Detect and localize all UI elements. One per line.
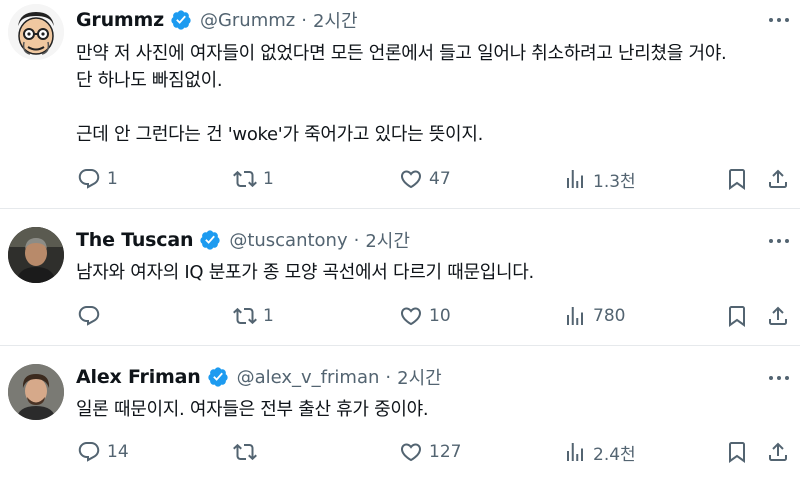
avatar[interactable] [8,227,64,283]
verified-badge-icon [207,367,228,387]
timestamp[interactable]: 2시간 [313,7,358,33]
reply-count: 14 [107,442,129,462]
cartoon-avatar-image [8,4,64,60]
bookmark-button[interactable] [725,164,749,194]
reply-button[interactable]: 1 [77,164,118,194]
views-count: 780 [593,306,626,326]
avatar[interactable] [8,4,64,60]
like-count: 47 [429,169,451,189]
share-button[interactable] [766,301,790,331]
tweet-3[interactable]: Alex Friman @alex_v_friman · 2시간 일론 때문이지… [0,346,800,483]
author-name[interactable]: Alex Friman [76,366,201,388]
views-button[interactable]: 780 [563,301,625,331]
author-name[interactable]: The Tuscan [76,229,194,251]
retweet-count: 1 [263,169,274,189]
tweet-text: 만약 저 사진에 여자들이 없었다면 모든 언론에서 들고 일어나 취소하려고 … [76,43,727,145]
verified-badge-icon [200,230,220,250]
reply-button[interactable] [77,301,107,331]
bookmark-button[interactable] [725,301,749,331]
author-name[interactable]: Grummz [76,9,164,31]
views-count: 1.3천 [593,171,636,192]
views-count: 2.4천 [593,444,636,465]
retweet-button[interactable]: 1 [233,164,274,194]
like-count: 127 [429,442,462,462]
author-handle[interactable]: @alex_v_friman [237,367,380,388]
author-handle[interactable]: @Grummz [200,10,295,31]
retweet-icon [233,307,257,325]
retweet-button[interactable] [233,437,263,467]
reply-icon [78,169,100,189]
verified-badge-icon [171,10,191,30]
profile-photo-image [8,364,64,420]
tweet-text: 남자와 여자의 IQ 분포가 종 모양 곡선에서 다르기 때문입니다. [76,262,534,283]
bookmark-icon [729,306,745,327]
reply-button[interactable]: 14 [77,437,129,467]
like-icon [400,170,422,189]
tweet-text: 일론 때문이지. 여자들은 전부 출산 휴가 중이야. [76,399,429,420]
views-icon [567,443,583,461]
views-button[interactable]: 2.4천 [563,437,636,467]
views-button[interactable]: 1.3천 [563,164,636,194]
share-icon [769,169,787,188]
like-button[interactable]: 47 [399,164,451,194]
timestamp[interactable]: 2시간 [397,364,442,390]
more-icon[interactable] [768,374,790,382]
separator-dot: · [353,229,360,251]
retweet-icon [233,170,257,188]
tweet-actions: 14 127 2.4천 [0,437,800,467]
tweet-actions: 1 1 47 1.3천 [0,164,800,194]
reply-icon [78,306,100,326]
retweet-icon [233,443,257,461]
bookmark-icon [729,442,745,463]
like-icon [400,307,422,326]
reply-count: 1 [107,169,118,189]
more-icon[interactable] [768,16,790,24]
more-icon[interactable] [768,237,790,245]
reply-icon [78,442,100,462]
retweet-count: 1 [263,306,274,326]
tweet-header: Alex Friman @alex_v_friman · 2시간 [76,363,442,391]
tweet-header: The Tuscan @tuscantony · 2시간 [76,226,410,254]
author-handle[interactable]: @tuscantony [229,230,347,251]
views-icon [567,170,583,188]
like-button[interactable]: 10 [399,301,451,331]
avatar[interactable] [8,364,64,420]
separator-dot: · [385,366,392,388]
like-count: 10 [429,306,451,326]
tweet-actions: 1 10 780 [0,301,800,331]
like-button[interactable]: 127 [399,437,461,467]
share-icon [769,442,787,461]
tweet-1[interactable]: Grummz @Grummz · 2시간 만약 저 사진에 여자들이 없었다면 … [0,0,800,208]
profile-photo-image [8,227,64,283]
share-button[interactable] [766,437,790,467]
tweet-header: Grummz @Grummz · 2시간 [76,6,358,34]
timestamp[interactable]: 2시간 [365,227,410,253]
bookmark-button[interactable] [725,437,749,467]
share-button[interactable] [766,164,790,194]
tweet-2[interactable]: The Tuscan @tuscantony · 2시간 남자와 여자의 IQ … [0,209,800,345]
like-icon [400,443,422,462]
separator-dot: · [301,9,307,31]
bookmark-icon [729,169,745,190]
views-icon [567,307,583,325]
retweet-button[interactable]: 1 [233,301,274,331]
share-icon [769,306,787,325]
